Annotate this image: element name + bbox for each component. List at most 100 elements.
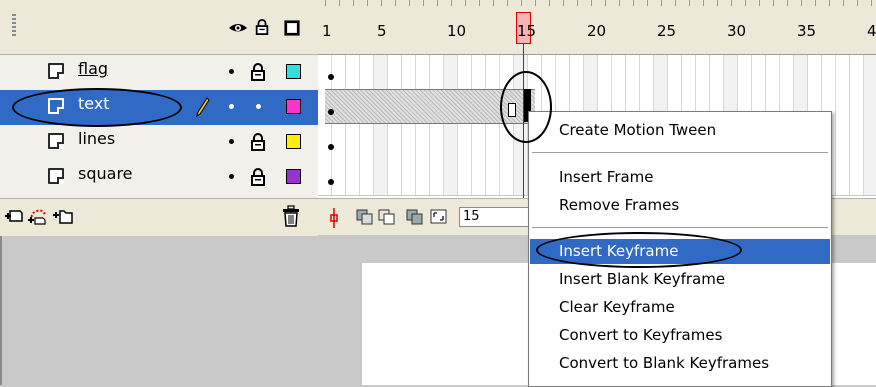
annotation-ellipse-frame: [500, 71, 552, 143]
ruler-tick: [857, 0, 858, 6]
visibility-dot[interactable]: [229, 139, 234, 144]
current-frame-field[interactable]: 15: [459, 207, 529, 227]
add-layer-icon[interactable]: [4, 207, 24, 225]
ruler-tick: [717, 0, 718, 6]
ruler-tick: [367, 0, 368, 6]
menu-item-convert-to-blank-keyframes[interactable]: Convert to Blank Keyframes: [530, 351, 830, 376]
ruler-tick: [661, 0, 662, 6]
ruler-tick: [395, 0, 396, 6]
ruler-tick: [759, 0, 760, 6]
frame-ruler[interactable]: 1 5 10 15 20 25 30 35 40: [318, 0, 876, 55]
onion-skin-icon[interactable]: [356, 209, 374, 225]
onion-skin-outlines-icon[interactable]: [378, 209, 396, 225]
ruler-tick: [773, 0, 774, 6]
layer-row-flag[interactable]: flag: [0, 55, 318, 91]
visibility-dot[interactable]: [229, 104, 234, 109]
ruler-tick: [437, 0, 438, 6]
annotation-ellipse-menu-item: [536, 232, 742, 268]
annotation-ellipse-layer: [12, 88, 182, 127]
outline-color-swatch[interactable]: [286, 134, 301, 149]
lock-icon[interactable]: [250, 63, 266, 81]
ruler-tick: [703, 0, 704, 6]
keyframe[interactable]: [328, 144, 334, 150]
menu-item-clear-keyframe[interactable]: Clear Keyframe: [530, 295, 830, 320]
ruler-tick: [549, 0, 550, 6]
pencil-icon: [196, 97, 210, 117]
ruler-tick: [633, 0, 634, 6]
add-motion-guide-icon[interactable]: [27, 205, 49, 225]
ruler-tick: [731, 0, 732, 6]
ruler-tick: [325, 0, 326, 6]
ruler-tick: [829, 0, 830, 6]
ruler-label: 5: [377, 22, 387, 40]
menu-item-insert-frame[interactable]: Insert Frame: [530, 165, 830, 190]
ruler-label: 30: [727, 22, 747, 40]
ruler-tick: [689, 0, 690, 6]
ruler-tick: [871, 0, 872, 6]
ruler-tick: [423, 0, 424, 6]
ruler-tick: [479, 0, 480, 6]
keyframe[interactable]: [328, 74, 334, 80]
ruler-tick: [787, 0, 788, 6]
keyframe[interactable]: [328, 179, 334, 185]
ruler-tick: [465, 0, 466, 6]
ruler-tick: [563, 0, 564, 6]
edit-multiple-frames-icon[interactable]: [406, 209, 424, 225]
stage-border: [0, 236, 2, 385]
ruler-tick: [675, 0, 676, 6]
layer-header: [0, 0, 318, 55]
ruler-tick: [745, 0, 746, 6]
ruler-tick: [507, 0, 508, 6]
ruler-tick: [353, 0, 354, 6]
menu-separator: [532, 152, 828, 153]
layer-toolbar: [0, 198, 318, 236]
ruler-tick: [605, 0, 606, 6]
menu-item-insert-blank-keyframe[interactable]: Insert Blank Keyframe: [530, 267, 830, 292]
ruler-label: 40: [867, 22, 876, 40]
layer-row-lines[interactable]: lines: [0, 125, 318, 161]
ruler-tick: [801, 0, 802, 6]
layer-name: flag: [78, 59, 109, 78]
outline-color-swatch[interactable]: [286, 99, 301, 114]
ruler-tick: [339, 0, 340, 6]
ruler-label: 1: [322, 22, 332, 40]
layer-icon: [48, 168, 64, 184]
visibility-dot[interactable]: [229, 174, 234, 179]
visibility-dot[interactable]: [229, 69, 234, 74]
grip-icon[interactable]: [12, 14, 16, 36]
add-folder-icon[interactable]: [52, 205, 74, 225]
menu-separator: [532, 227, 828, 228]
menu-item-remove-frames[interactable]: Remove Frames: [530, 193, 830, 218]
modify-onion-markers-icon[interactable]: [430, 209, 448, 225]
ruler-tick: [535, 0, 536, 6]
ruler-tick: [409, 0, 410, 6]
layer-row-square[interactable]: square: [0, 160, 318, 196]
ruler-tick: [381, 0, 382, 6]
ruler-label: 20: [587, 22, 607, 40]
ruler-label-current: 15: [517, 22, 537, 40]
ruler-label: 25: [657, 22, 677, 40]
menu-item-convert-to-keyframes[interactable]: Convert to Keyframes: [530, 323, 830, 348]
ruler-tick: [619, 0, 620, 6]
frame-row-flag[interactable]: [318, 55, 876, 91]
trash-icon[interactable]: [282, 205, 300, 227]
ruler-tick: [591, 0, 592, 6]
lock-icon[interactable]: [250, 133, 266, 151]
ruler-tick: [451, 0, 452, 6]
ruler-tick: [647, 0, 648, 6]
outline-color-swatch[interactable]: [286, 64, 301, 79]
lock-dot[interactable]: [256, 104, 261, 109]
lock-icon[interactable]: [254, 19, 270, 35]
lock-icon[interactable]: [250, 168, 266, 186]
outline-icon[interactable]: [283, 20, 301, 36]
eye-icon[interactable]: [228, 20, 248, 36]
ruler-tick: [815, 0, 816, 6]
layer-name: lines: [78, 129, 116, 148]
ruler-label: 35: [797, 22, 817, 40]
outline-color-swatch[interactable]: [286, 169, 301, 184]
layer-icon: [48, 133, 64, 149]
center-frame-icon[interactable]: [328, 208, 340, 228]
layer-name: square: [78, 164, 133, 183]
keyframe[interactable]: [328, 109, 334, 115]
menu-item-create-motion-tween[interactable]: Create Motion Tween: [530, 118, 830, 143]
